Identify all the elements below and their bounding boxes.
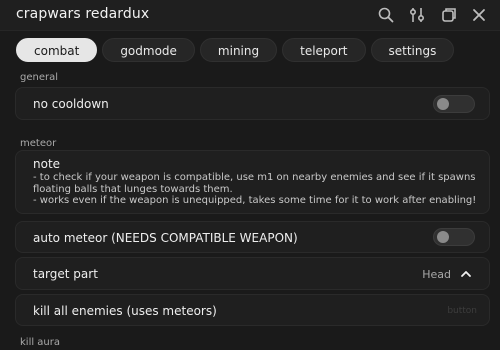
- note-title: note: [33, 157, 61, 171]
- window-title: crapwars redardux: [16, 6, 150, 22]
- no-cooldown-toggle[interactable]: [433, 95, 475, 113]
- section-label-general: general: [20, 72, 59, 83]
- note-line: - works even if the weapon is unequipped…: [33, 195, 477, 206]
- title-bar: crapwars redardux: [0, 0, 500, 31]
- tab-bar: combat godmode mining teleport settings: [16, 38, 455, 62]
- toggle-knob: [437, 231, 449, 243]
- tab-settings[interactable]: settings: [370, 38, 455, 62]
- search-icon[interactable]: [376, 5, 396, 25]
- target-part-value: Head: [422, 268, 451, 281]
- tab-combat[interactable]: combat: [16, 38, 98, 62]
- target-part-label: target part: [33, 267, 98, 281]
- kill-all-enemies-button[interactable]: kill all enemies (uses meteors) button: [15, 294, 490, 326]
- close-icon[interactable]: [469, 5, 489, 25]
- no-cooldown-label: no cooldown: [33, 97, 109, 111]
- toggle-knob: [437, 98, 449, 110]
- note-line: - to check if your weapon is compatible,…: [33, 172, 476, 195]
- section-label-kill-aura: kill aura: [20, 337, 61, 348]
- auto-meteor-label: auto meteor (NEEDS COMPATIBLE WEAPON): [33, 231, 298, 245]
- tab-teleport[interactable]: teleport: [282, 38, 366, 62]
- tab-godmode[interactable]: godmode: [102, 38, 195, 62]
- kill-all-enemies-label: kill all enemies (uses meteors): [33, 304, 217, 318]
- window-toggle-icon[interactable]: [439, 5, 459, 25]
- settings-sliders-icon[interactable]: [407, 5, 427, 25]
- button-hint: button: [447, 306, 477, 316]
- app-window: crapwars redardux combat godmode mining …: [0, 0, 500, 350]
- no-cooldown-row[interactable]: no cooldown: [15, 87, 490, 120]
- chevron-up-icon[interactable]: [459, 267, 473, 281]
- auto-meteor-row[interactable]: auto meteor (NEEDS COMPATIBLE WEAPON): [15, 221, 490, 253]
- auto-meteor-toggle[interactable]: [433, 228, 475, 246]
- tab-mining[interactable]: mining: [199, 38, 278, 62]
- meteor-note-card: note - to check if your weapon is compat…: [15, 150, 490, 214]
- section-label-meteor: meteor: [20, 138, 57, 149]
- target-part-dropdown[interactable]: target part Head: [15, 257, 490, 290]
- note-body: - to check if your weapon is compatible,…: [33, 172, 478, 207]
